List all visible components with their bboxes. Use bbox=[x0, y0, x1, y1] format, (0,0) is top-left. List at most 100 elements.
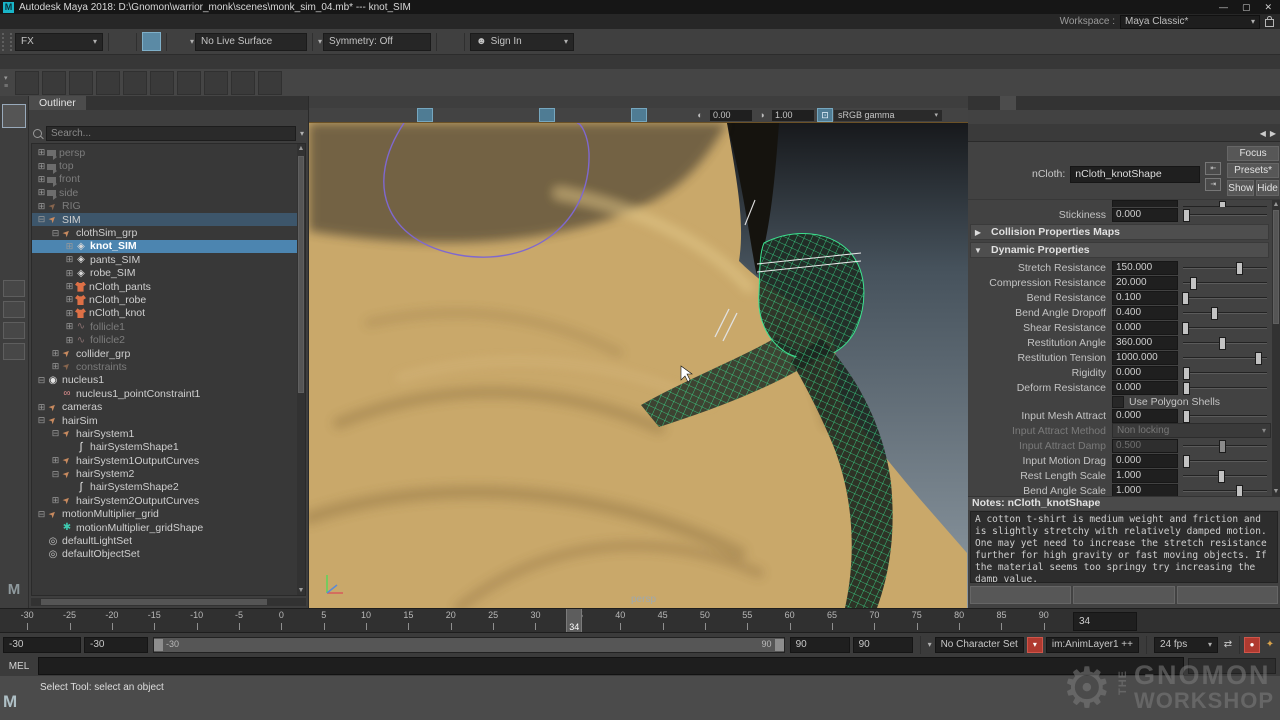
attribute-row[interactable] bbox=[968, 200, 1271, 207]
shelf-icon[interactable] bbox=[231, 71, 255, 95]
open-scene-icon[interactable] bbox=[114, 16, 131, 33]
attribute-slider[interactable] bbox=[1183, 200, 1267, 207]
2d-pan-zoom-icon[interactable] bbox=[387, 108, 401, 120]
go-to-start-button[interactable] bbox=[1141, 613, 1157, 629]
outliner-tab[interactable]: Outliner bbox=[29, 96, 86, 110]
attribute-row[interactable]: Input Mesh Attract 0.000 bbox=[968, 408, 1271, 423]
safe-action-icon[interactable] bbox=[494, 108, 508, 120]
attribute-slider[interactable] bbox=[1183, 469, 1267, 482]
outliner-item[interactable]: ⊞ collider_grp bbox=[32, 347, 305, 360]
outliner-item[interactable]: ⊟ hairSim bbox=[32, 414, 305, 427]
outliner-item[interactable]: ⊟ hairSystem1 bbox=[32, 427, 305, 440]
save-scene-icon[interactable] bbox=[114, 33, 131, 50]
attribute-row[interactable]: Deform Resistance 0.000 bbox=[968, 380, 1271, 395]
anim-layer-icon[interactable]: ▾ bbox=[1027, 637, 1043, 653]
expander-icon[interactable]: ⊞ bbox=[36, 201, 47, 212]
outliner-horizontal-scrollbar[interactable] bbox=[31, 598, 306, 606]
timeline-tick[interactable]: 60 bbox=[768, 609, 810, 632]
attribute-row[interactable]: Restitution Tension 1000.000 bbox=[968, 350, 1271, 365]
range-slider[interactable]: -30 90 bbox=[153, 637, 785, 653]
attribute-row[interactable]: Rest Length Scale 1.000 bbox=[968, 468, 1271, 483]
workspace-selector[interactable]: Maya Classic*▾ bbox=[1120, 15, 1260, 29]
range-start-handle[interactable] bbox=[154, 639, 163, 651]
gamma-icon[interactable]: ◑ bbox=[755, 109, 769, 121]
expander-icon[interactable]: ⊞ bbox=[64, 268, 75, 279]
exposure-field[interactable]: 0.00 bbox=[710, 110, 752, 121]
timeline-tick[interactable]: -30 bbox=[6, 609, 48, 632]
go-to-end-button[interactable] bbox=[1260, 613, 1276, 629]
command-language-toggle[interactable]: MEL bbox=[4, 661, 34, 672]
timeline-tick[interactable]: 50 bbox=[684, 609, 726, 632]
ipr-render-icon[interactable] bbox=[442, 8, 459, 25]
gate-mask-icon[interactable] bbox=[464, 108, 478, 120]
live-surface-field[interactable]: No Live Surface bbox=[195, 33, 307, 51]
expander-icon[interactable]: ⊟ bbox=[50, 228, 61, 239]
ncloth-name-field[interactable]: nCloth_knotShape bbox=[1070, 166, 1200, 183]
expander-icon[interactable]: ⊞ bbox=[36, 187, 47, 198]
render-current-frame-icon[interactable] bbox=[442, 0, 459, 8]
minimize-button[interactable]: — bbox=[1219, 2, 1228, 13]
expander-icon[interactable]: ⊟ bbox=[36, 375, 47, 386]
oversca n-icon[interactable] bbox=[402, 108, 416, 120]
attribute-row[interactable]: Shear Resistance 0.000 bbox=[968, 320, 1271, 335]
attribute-row[interactable]: Bend Angle Scale 1.000 bbox=[968, 483, 1271, 496]
attribute-row[interactable]: Bend Resistance 0.100 bbox=[968, 290, 1271, 305]
shelf-icon[interactable] bbox=[123, 71, 147, 95]
timeline-tick[interactable]: 45 bbox=[641, 609, 683, 632]
persp-outliner-layout-button[interactable] bbox=[3, 322, 25, 339]
expander-icon[interactable]: ⊟ bbox=[36, 214, 47, 225]
attribute-row[interactable]: Rigidity 0.000 bbox=[968, 365, 1271, 380]
shelf-icon[interactable] bbox=[258, 71, 282, 95]
attribute-slider[interactable] bbox=[1183, 366, 1267, 379]
3d-scene[interactable]: persp bbox=[309, 123, 968, 608]
field-chart-icon[interactable] bbox=[479, 108, 493, 120]
sign-in-button[interactable]: ☻Sign In▾ bbox=[470, 33, 574, 51]
camera-attributes-icon[interactable] bbox=[342, 108, 356, 120]
play-forwards-button[interactable] bbox=[1209, 613, 1225, 629]
outliner-item[interactable]: ⊟ SIM bbox=[32, 213, 305, 226]
split-pane-layout-button[interactable] bbox=[3, 343, 25, 360]
animation-preferences-icon[interactable]: ✦ bbox=[1263, 638, 1277, 652]
timeline-tick[interactable]: 10 bbox=[345, 609, 387, 632]
checkbox[interactable] bbox=[1112, 396, 1124, 408]
textured-icon[interactable] bbox=[556, 108, 570, 120]
expander-icon[interactable]: ⊞ bbox=[50, 348, 61, 359]
attribute-row[interactable]: Bend Angle Dropoff 0.400 bbox=[968, 305, 1271, 320]
outliner-item[interactable]: ⊞ pants_SIM bbox=[32, 253, 305, 266]
move-tool[interactable] bbox=[3, 184, 25, 206]
tab-scroll-right-icon[interactable]: ▶ bbox=[1270, 129, 1276, 138]
outliner-item[interactable]: ⊟ clothSim_grp bbox=[32, 226, 305, 239]
panel-tab[interactable] bbox=[968, 96, 984, 110]
presets-button[interactable]: Presets* bbox=[1227, 163, 1279, 178]
attribute-editor-scrollbar[interactable]: ▲▼ bbox=[1272, 200, 1280, 496]
shelf-icon[interactable] bbox=[96, 71, 120, 95]
animation-end-field[interactable]: 90 bbox=[853, 637, 913, 653]
output-connection-icon[interactable]: ⇥ bbox=[1205, 178, 1221, 191]
timeline-tick[interactable]: 30 bbox=[514, 609, 556, 632]
safe-title-icon[interactable] bbox=[509, 108, 523, 120]
focus-button[interactable]: Focus bbox=[1227, 146, 1279, 161]
outliner-item[interactable]: motionMultiplier_gridShape bbox=[32, 521, 305, 534]
timeline-tick[interactable]: 15 bbox=[387, 609, 429, 632]
lock-camera-icon[interactable] bbox=[327, 108, 341, 120]
select-camera-icon[interactable] bbox=[312, 108, 326, 120]
new-scene-icon[interactable] bbox=[114, 0, 131, 16]
use-all-lights-icon[interactable] bbox=[571, 108, 585, 120]
modeling-toolkit-icon[interactable] bbox=[1263, 0, 1280, 16]
outliner-search-input[interactable] bbox=[46, 126, 296, 141]
current-frame-field[interactable]: 34 bbox=[1073, 612, 1137, 631]
auto-keyframe-icon[interactable]: ● bbox=[1244, 637, 1260, 653]
attribute-slider[interactable] bbox=[1183, 484, 1267, 496]
snap-curve-icon[interactable] bbox=[172, 8, 189, 25]
attribute-slider[interactable] bbox=[1183, 306, 1267, 319]
playback-start-field[interactable]: -30 bbox=[84, 637, 148, 653]
expander-icon[interactable]: ⊞ bbox=[50, 455, 61, 466]
tab-scroll-left-icon[interactable]: ◀ bbox=[1260, 129, 1266, 138]
step-back-frame-button[interactable] bbox=[1175, 613, 1191, 629]
expander-icon[interactable]: ⊞ bbox=[64, 254, 75, 265]
character-set-selector[interactable]: No Character Set bbox=[935, 637, 1024, 653]
outliner-item[interactable]: ⊞ nCloth_pants bbox=[32, 280, 305, 293]
outliner-item[interactable]: ⊞ RIG bbox=[32, 200, 305, 213]
outliner-item[interactable]: hairSystemShape1 bbox=[32, 441, 305, 454]
section-header[interactable]: ▶ Collision Properties Maps bbox=[970, 224, 1269, 240]
